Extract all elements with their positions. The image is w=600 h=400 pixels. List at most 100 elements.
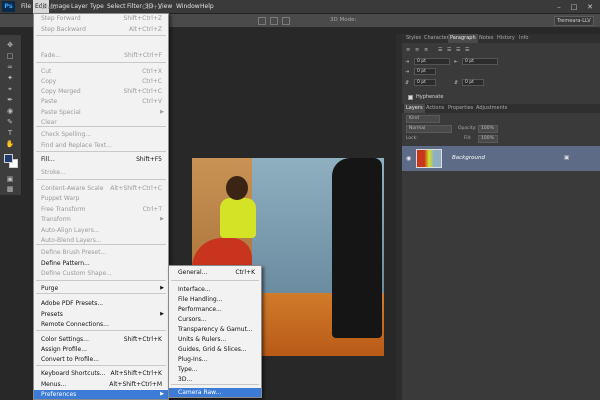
tab-character[interactable]: Character xyxy=(422,34,451,43)
align-icon[interactable] xyxy=(270,17,278,25)
menu-item-paste-special[interactable]: Paste Special ▶ xyxy=(34,108,168,117)
justify-icon[interactable]: ☰ xyxy=(438,47,445,53)
menu-help[interactable]: Help xyxy=(198,0,216,14)
justify-all-icon[interactable]: ☰ xyxy=(465,47,472,53)
eyedropper-tool-icon[interactable]: ✒ xyxy=(3,96,17,104)
workspace-select[interactable]: Tremeara-LLV xyxy=(554,16,594,26)
menu-item-transform[interactable]: Transform ▶ xyxy=(34,215,168,224)
menu-item-step-forward[interactable]: Step Forward Shift+Ctrl+Z xyxy=(34,14,168,23)
tab-actions[interactable]: Actions xyxy=(424,104,446,113)
tab-adjustments[interactable]: Adjustments xyxy=(474,104,509,113)
menu-item-remote-connections[interactable]: Remote Connections... xyxy=(34,320,168,329)
menu-item-label: Puppet Warp xyxy=(41,195,80,202)
align-center-icon[interactable]: ≡ xyxy=(415,47,422,53)
space-after-field[interactable]: 0 pt xyxy=(462,79,484,86)
menu-item-paste[interactable]: Paste Ctrl+V xyxy=(34,97,168,106)
foreground-color-swatch[interactable] xyxy=(4,154,13,163)
marquee-tool-icon[interactable]: □ xyxy=(3,52,17,60)
menu-item-shortcut: Ctrl+Z xyxy=(142,4,162,11)
menu-file[interactable]: File xyxy=(19,0,33,14)
move-tool-icon[interactable]: ✥ xyxy=(3,41,17,49)
opacity-field[interactable]: 100% xyxy=(478,125,498,133)
space-before-field[interactable]: 0 pt xyxy=(414,79,436,86)
visibility-eye-icon[interactable]: ◉ xyxy=(406,155,411,162)
pref-item-transparency-gamut[interactable]: Transparency & Gamut... xyxy=(169,325,261,334)
crop-tool-icon[interactable]: ⌖ xyxy=(3,85,17,93)
menu-item-free-transform[interactable]: Free Transform Ctrl+T xyxy=(34,205,168,214)
menu-item-define-pattern[interactable]: Define Pattern... xyxy=(34,259,168,268)
justify-icon[interactable]: ☰ xyxy=(447,47,454,53)
quick-select-tool-icon[interactable]: ✦ xyxy=(3,74,17,82)
tab-layers[interactable]: Layers xyxy=(404,104,425,113)
menu-item-clear[interactable]: Clear xyxy=(34,118,168,127)
menu-item-define-brush-preset[interactable]: Define Brush Preset... xyxy=(34,248,168,257)
minimize-icon[interactable]: – xyxy=(552,2,566,12)
pref-item-type[interactable]: Type... xyxy=(169,365,261,374)
menu-item-step-backward[interactable]: Step Backward Alt+Ctrl+Z xyxy=(34,25,168,34)
menu-item-auto-align-layers[interactable]: Auto-Align Layers... xyxy=(34,226,168,235)
type-tool-icon[interactable]: T xyxy=(3,129,17,137)
tab-properties[interactable]: Properties xyxy=(446,104,475,113)
pref-item-guides-grid-slices[interactable]: Guides, Grid & Slices... xyxy=(169,345,261,354)
pref-item-units-rulers[interactable]: Units & Rulers... xyxy=(169,335,261,344)
tab-styles[interactable]: Styles xyxy=(404,34,423,43)
tab-notes[interactable]: Notes xyxy=(477,34,495,43)
brush-tool-icon[interactable]: ✎ xyxy=(3,118,17,126)
align-icon[interactable] xyxy=(258,17,266,25)
menu-item-assign-profile[interactable]: Assign Profile... xyxy=(34,345,168,354)
pref-item-cursors[interactable]: Cursors... xyxy=(169,315,261,324)
pref-item-file-handling[interactable]: File Handling... xyxy=(169,295,261,304)
menu-item-puppet-warp[interactable]: Puppet Warp xyxy=(34,194,168,203)
pref-item-plug-ins[interactable]: Plug-Ins... xyxy=(169,355,261,364)
panel-dock: Styles Character Paragraph Notes History… xyxy=(402,34,600,400)
indent-first-line-field[interactable]: 0 pt xyxy=(414,68,436,75)
menu-item-menus[interactable]: Menus... Alt+Shift+Ctrl+M xyxy=(34,380,168,389)
menu-item-content-aware-scale[interactable]: Content-Aware Scale Alt+Shift+Ctrl+C xyxy=(34,184,168,193)
menu-item-undo[interactable]: Undo Ctrl+Z xyxy=(34,3,168,12)
screen-mode-icon[interactable]: ▩ xyxy=(3,185,17,193)
menu-item-preferences[interactable]: Preferences ▶ xyxy=(34,390,168,399)
hand-tool-icon[interactable]: ✋ xyxy=(3,140,17,148)
menu-item-convert-to-profile[interactable]: Convert to Profile... xyxy=(34,355,168,364)
menu-item-purge[interactable]: Purge ▶ xyxy=(34,284,168,293)
menu-item-fade[interactable]: Fade... Shift+Ctrl+F xyxy=(34,51,168,60)
tab-paragraph[interactable]: Paragraph xyxy=(448,34,478,43)
menu-item-copy-merged[interactable]: Copy Merged Shift+Ctrl+C xyxy=(34,87,168,96)
quick-mask-icon[interactable]: ▣ xyxy=(3,175,17,183)
pref-item-performance[interactable]: Performance... xyxy=(169,305,261,314)
close-icon[interactable]: ✕ xyxy=(583,2,597,12)
fill-field[interactable]: 100% xyxy=(478,135,498,143)
menu-item-cut[interactable]: Cut Ctrl+X xyxy=(34,67,168,76)
menu-item-define-custom-shape[interactable]: Define Custom Shape... xyxy=(34,269,168,278)
menu-item-color-settings[interactable]: Color Settings... Shift+Ctrl+K xyxy=(34,335,168,344)
align-left-icon[interactable]: ≡ xyxy=(406,47,413,53)
menu-item-adobe-pdf-presets[interactable]: Adobe PDF Presets... xyxy=(34,299,168,308)
pref-item-camera-raw[interactable]: Camera Raw... xyxy=(169,388,261,397)
lasso-tool-icon[interactable]: ∞ xyxy=(3,63,17,71)
menu-item-presets[interactable]: Presets ▶ xyxy=(34,310,168,319)
align-right-icon[interactable]: ≡ xyxy=(424,47,431,53)
menu-item-keyboard-shortcuts[interactable]: Keyboard Shortcuts... Alt+Shift+Ctrl+K xyxy=(34,369,168,378)
pref-item-interface[interactable]: Interface... xyxy=(169,285,261,294)
menu-item-copy[interactable]: Copy Ctrl+C xyxy=(34,77,168,86)
pref-item-general[interactable]: General... Ctrl+K xyxy=(169,268,261,277)
maximize-icon[interactable]: □ xyxy=(567,2,581,12)
indent-right-field[interactable]: 0 pt xyxy=(462,58,498,65)
menu-item-find-and-replace-text[interactable]: Find and Replace Text... xyxy=(34,141,168,150)
menu-item-fill[interactable]: Fill... Shift+F5 xyxy=(34,155,168,164)
hyphenate-checkbox[interactable] xyxy=(408,95,413,100)
justify-icon[interactable]: ☰ xyxy=(456,47,463,53)
menu-item-auto-blend-layers[interactable]: Auto-Blend Layers... xyxy=(34,236,168,245)
pref-item-3d[interactable]: 3D... xyxy=(169,375,261,384)
tab-history[interactable]: History xyxy=(495,34,517,43)
menu-item-label: Clear xyxy=(41,119,57,126)
layer-filter-select[interactable]: Kind xyxy=(406,115,440,123)
indent-left-field[interactable]: 0 pt xyxy=(414,58,450,65)
align-icon[interactable] xyxy=(282,17,290,25)
tab-info[interactable]: Info xyxy=(517,34,530,43)
healing-tool-icon[interactable]: ◉ xyxy=(3,107,17,115)
menu-item-stroke[interactable]: Stroke... xyxy=(34,168,168,177)
menu-item-check-spelling[interactable]: Check Spelling... xyxy=(34,130,168,139)
layer-row[interactable]: ◉ Background ▣ xyxy=(402,146,600,171)
blend-mode-select[interactable]: Normal xyxy=(406,125,452,133)
